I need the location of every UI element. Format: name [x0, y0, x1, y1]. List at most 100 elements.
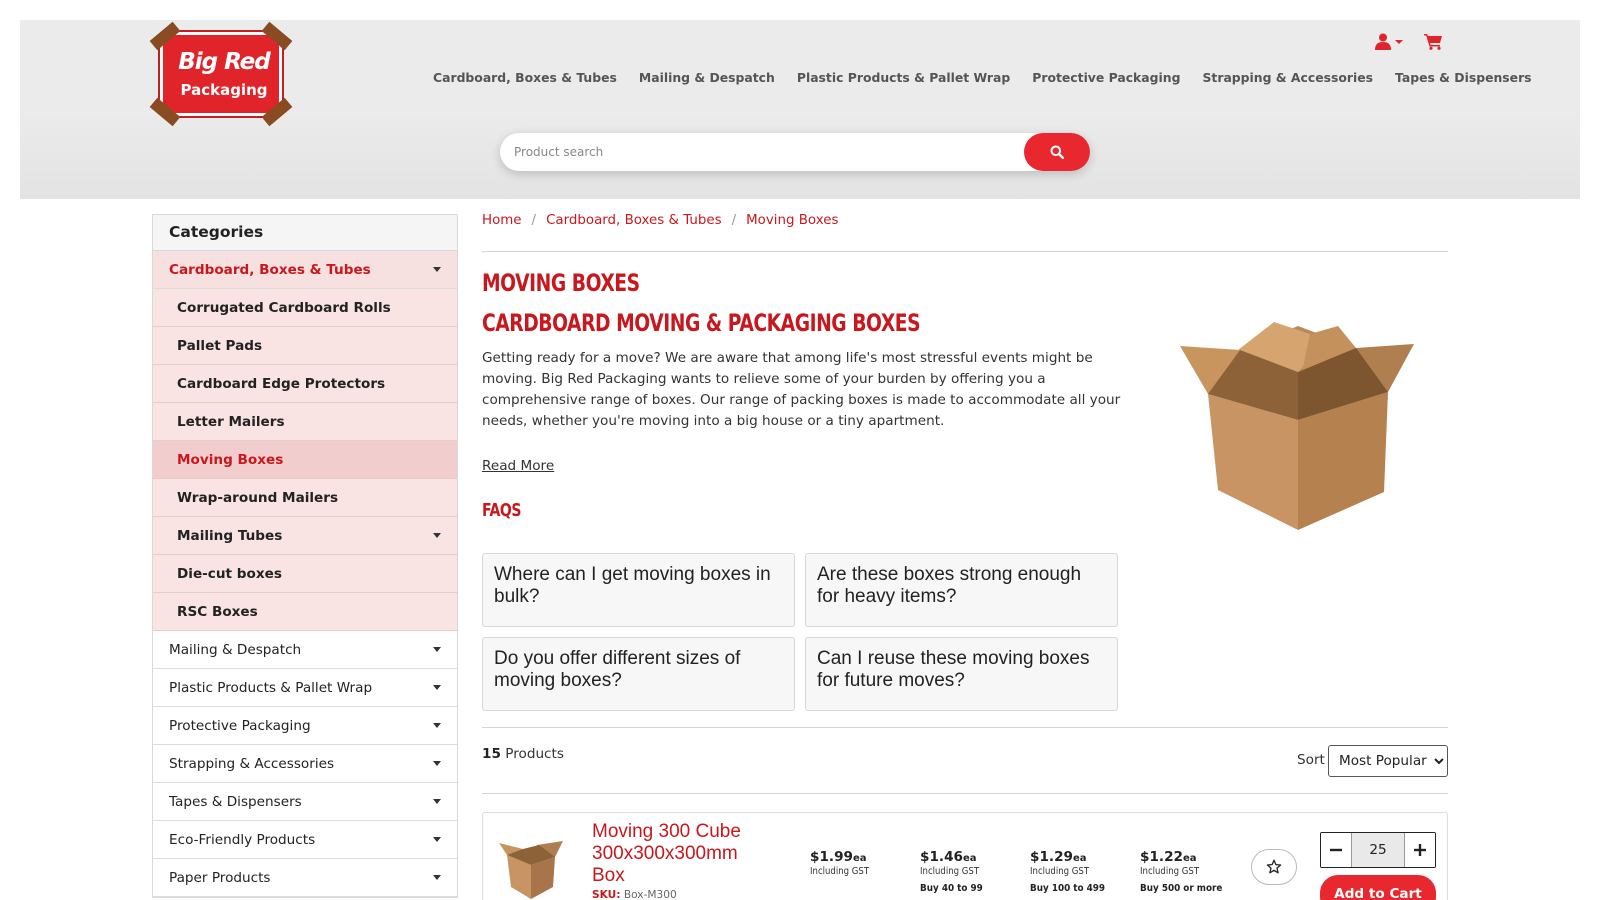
- sidebar-item-label: Die-cut boxes: [177, 565, 282, 582]
- sidebar-item[interactable]: Tapes & Dispensers: [153, 783, 457, 821]
- price-tier: $1.29ea Including GST Buy 100 to 499: [1030, 846, 1113, 894]
- price-unit: ea: [963, 853, 977, 864]
- chevron-down-icon[interactable]: [433, 685, 441, 690]
- sidebar-item-label: Cardboard Edge Protectors: [177, 375, 386, 392]
- nav-mailing-despatch[interactable]: Mailing & Despatch: [639, 70, 775, 85]
- logo-plate: Big Red Packaging: [160, 32, 282, 116]
- star-icon: [1266, 859, 1282, 874]
- chevron-down-icon[interactable]: [433, 837, 441, 842]
- chevron-down-icon[interactable]: [433, 723, 441, 728]
- sidebar-item[interactable]: Eco-Friendly Products: [153, 821, 457, 859]
- faq-item[interactable]: Are these boxes strong enough for heavy …: [805, 553, 1118, 627]
- nav-tapes-dispensers[interactable]: Tapes & Dispensers: [1395, 70, 1532, 85]
- quantity-stepper: [1320, 832, 1436, 868]
- product-sku: SKU: Box-M300: [592, 889, 677, 900]
- tier-quantity: Buy 500 or more: [1140, 883, 1223, 894]
- sidebar-item[interactable]: Plastic Products & Pallet Wrap: [153, 669, 457, 707]
- sidebar-item[interactable]: Protective Packaging: [153, 707, 457, 745]
- sidebar-item[interactable]: Strapping & Accessories: [153, 745, 457, 783]
- sidebar-item[interactable]: Die-cut boxes: [153, 555, 457, 593]
- quantity-input[interactable]: [1351, 833, 1405, 867]
- breadcrumb-separator: /: [531, 213, 537, 228]
- faq-item[interactable]: Do you offer different sizes of moving b…: [482, 637, 795, 711]
- sidebar-item[interactable]: Cardboard, Boxes & Tubes: [153, 251, 457, 289]
- sidebar-item[interactable]: Mailing Tubes: [153, 517, 457, 555]
- chevron-down-icon[interactable]: [433, 267, 441, 272]
- category-list: Cardboard, Boxes & Tubes Corrugated Cardb…: [153, 251, 457, 897]
- tier-quantity: Buy 100 to 499: [1030, 883, 1106, 894]
- sidebar-item[interactable]: Mailing & Despatch: [153, 631, 457, 669]
- chevron-down-icon[interactable]: [433, 533, 441, 538]
- brand-logo[interactable]: Big Red Packaging: [149, 21, 293, 127]
- price: $1.29: [1030, 849, 1073, 865]
- breadcrumb-category[interactable]: Cardboard, Boxes & Tubes: [546, 213, 722, 228]
- sidebar-item-label: Mailing & Despatch: [169, 641, 302, 658]
- sidebar-item[interactable]: Pallet Pads: [153, 327, 457, 365]
- sidebar-item-label: Plastic Products & Pallet Wrap: [169, 679, 373, 696]
- sidebar-item[interactable]: RSC Boxes: [153, 593, 457, 631]
- logo-text-top: Big Red: [178, 49, 271, 75]
- breadcrumb-home[interactable]: Home: [482, 213, 522, 228]
- faq-item[interactable]: Where can I get moving boxes in bulk?: [482, 553, 795, 627]
- search-input[interactable]: [500, 133, 1020, 171]
- sidebar-item-label: Cardboard, Boxes & Tubes: [169, 261, 371, 278]
- sidebar-item-label: Wrap-around Mailers: [177, 489, 339, 506]
- search-bar: [500, 133, 1090, 171]
- price-unit: ea: [853, 853, 867, 864]
- search-button[interactable]: [1024, 133, 1090, 171]
- price: $1.22: [1140, 849, 1183, 865]
- divider: [482, 727, 1448, 728]
- sidebar-item[interactable]: Moving Boxes: [153, 441, 457, 479]
- sidebar-item[interactable]: Wrap-around Mailers: [153, 479, 457, 517]
- breadcrumb-current[interactable]: Moving Boxes: [746, 213, 838, 228]
- read-more-link[interactable]: Read More: [482, 458, 554, 474]
- account-menu-button[interactable]: [1375, 33, 1404, 50]
- increase-quantity-button[interactable]: [1405, 833, 1435, 867]
- chevron-down-icon: [1395, 39, 1403, 44]
- gst-note: Including GST: [1140, 866, 1200, 877]
- nav-strapping-accessories[interactable]: Strapping & Accessories: [1202, 70, 1373, 85]
- nav-cardboard-boxes-tubes[interactable]: Cardboard, Boxes & Tubes: [433, 70, 617, 85]
- divider: [482, 793, 1448, 794]
- sidebar-item[interactable]: Corrugated Cardboard Rolls: [153, 289, 457, 327]
- logo-text-bottom: Packaging: [180, 81, 268, 99]
- sidebar-item[interactable]: Cardboard Edge Protectors: [153, 365, 457, 403]
- price-tier: $1.99ea Including GST: [810, 846, 876, 877]
- product-name-link[interactable]: Moving 300 Cube 300x300x300mm Box: [592, 821, 762, 887]
- page-subtitle: Cardboard Moving & Packaging Boxes: [482, 309, 921, 337]
- chevron-down-icon[interactable]: [433, 875, 441, 880]
- price-tier: $1.22ea Including GST Buy 500 or more: [1140, 846, 1232, 894]
- decrease-quantity-button[interactable]: [1321, 833, 1351, 867]
- user-icon: [1375, 33, 1391, 50]
- cart-icon: [1424, 34, 1442, 50]
- sidebar-item[interactable]: Letter Mailers: [153, 403, 457, 441]
- sidebar-title: Categories: [153, 215, 457, 251]
- sku-value: Box-M300: [623, 889, 677, 900]
- add-to-cart-button[interactable]: Add to Cart: [1320, 875, 1436, 900]
- sku-label: SKU:: [592, 889, 621, 900]
- chevron-down-icon[interactable]: [433, 799, 441, 804]
- sidebar-item-label: Tapes & Dispensers: [169, 793, 302, 810]
- plus-icon: [1414, 844, 1426, 856]
- nav-protective-packaging[interactable]: Protective Packaging: [1032, 70, 1180, 85]
- cart-button[interactable]: [1424, 33, 1443, 50]
- wishlist-button[interactable]: [1251, 849, 1297, 885]
- price: $1.99: [810, 849, 853, 865]
- nav-plastic-products[interactable]: Plastic Products & Pallet Wrap: [797, 70, 1010, 85]
- tier-quantity: Buy 40 to 99: [920, 883, 983, 894]
- product-row: Moving 300 Cube 300x300x300mm Box SKU: B…: [482, 812, 1448, 900]
- sidebar-item-label: Strapping & Accessories: [169, 755, 335, 772]
- faq-item[interactable]: Can I reuse these moving boxes for futur…: [805, 637, 1118, 711]
- sidebar-item-label: Mailing Tubes: [177, 527, 283, 544]
- chevron-down-icon[interactable]: [433, 761, 441, 766]
- sort-select[interactable]: Most Popular: [1328, 745, 1448, 777]
- sidebar-item[interactable]: Paper Products: [153, 859, 457, 897]
- gst-note: Including GST: [810, 866, 870, 877]
- price-unit: ea: [1073, 853, 1087, 864]
- chevron-down-icon[interactable]: [433, 647, 441, 652]
- product-thumbnail[interactable]: [493, 835, 569, 900]
- divider: [482, 251, 1448, 252]
- sort-label: Sort: [1297, 752, 1325, 768]
- product-count: 15 Products: [482, 746, 564, 762]
- price-unit: ea: [1183, 853, 1197, 864]
